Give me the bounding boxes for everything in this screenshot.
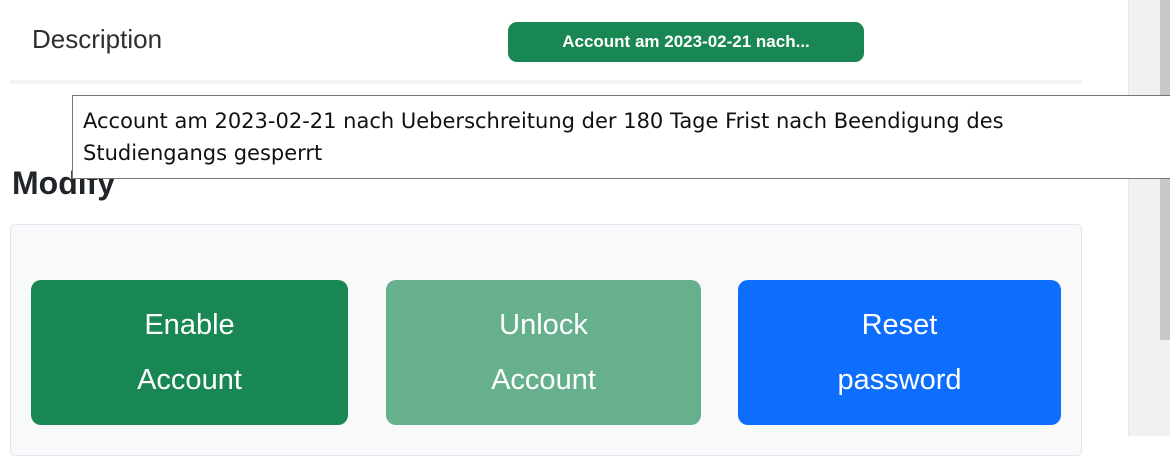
reset-password-label-line2: password [837,363,962,396]
tooltip-line2: Studiengangs gesperrt [83,141,323,165]
tooltip-line1: Account am 2023-02-21 nach Ueberschreitu… [83,109,1004,133]
unlock-account-label-line1: Unlock [499,308,588,341]
description-tooltip: Account am 2023-02-21 nach Ueberschreitu… [72,95,1170,179]
unlock-account-label-line2: Account [491,363,596,396]
enable-account-label-line1: Enable [144,308,235,341]
reset-password-label-line1: Reset [861,308,938,341]
enable-account-button[interactable]: Enable Account [31,280,348,425]
description-badge[interactable]: Account am 2023-02-21 nach... [508,22,864,62]
description-label: Description [32,24,163,54]
enable-account-label-line2: Account [137,363,242,396]
reset-password-button[interactable]: Reset password [738,280,1061,425]
divider [10,80,1082,84]
unlock-account-button[interactable]: Unlock Account [386,280,701,425]
